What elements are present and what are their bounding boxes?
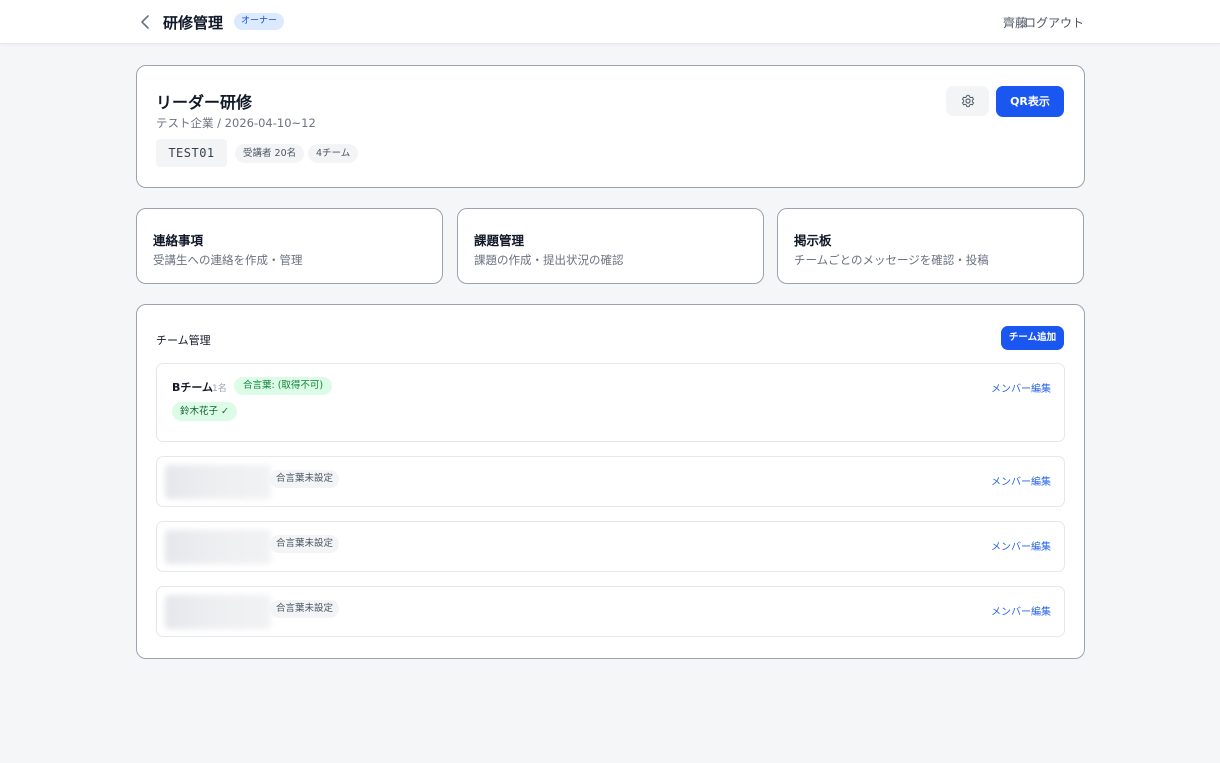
course-code: TEST01	[156, 139, 227, 167]
page-title: 研修管理	[163, 14, 224, 32]
passphrase-badge: 合言葉: (取得不可)	[234, 377, 333, 395]
feature-title: 課題管理	[474, 233, 525, 248]
edit-members-link[interactable]: メンバー編集	[991, 380, 1051, 395]
member-chip: 鈴木花子 ✓	[172, 402, 237, 421]
feature-title: 連絡事項	[153, 233, 204, 248]
edit-members-link[interactable]: メンバー編集	[991, 473, 1051, 488]
logout-link[interactable]: ログアウト	[1024, 14, 1084, 31]
team-management-card: チーム管理 チーム追加 Bチーム 1名 合言葉: (取得不可) 鈴木花子 ✓ メ…	[136, 304, 1085, 659]
edit-members-link[interactable]: メンバー編集	[991, 538, 1051, 553]
course-meta: テスト企業 / 2026-04-10~12	[156, 116, 316, 130]
add-team-button[interactable]: チーム追加	[1001, 326, 1064, 350]
gear-icon	[961, 94, 974, 108]
settings-button[interactable]	[946, 86, 989, 116]
redacted-team-name	[165, 465, 271, 499]
passphrase-badge: 合言葉未設定	[270, 535, 340, 553]
feature-description: 受講生への連絡を作成・管理	[153, 253, 303, 267]
team-row: 合言葉未設定 メンバー編集	[156, 456, 1065, 507]
role-badge: オーナー	[234, 13, 285, 30]
participants-badge: 受講者 20名	[235, 144, 305, 163]
course-name: リーダー研修	[156, 93, 253, 112]
team-name: Bチーム	[172, 381, 214, 394]
top-bar: 研修管理 オーナー 齊藤 ログアウト	[0, 0, 1220, 44]
team-row: Bチーム 1名 合言葉: (取得不可) 鈴木花子 ✓ メンバー編集	[156, 363, 1065, 442]
feature-title: 掲示板	[794, 233, 832, 248]
feature-description: 課題の作成・提出状況の確認	[474, 253, 624, 267]
edit-members-link[interactable]: メンバー編集	[991, 603, 1051, 618]
course-card: リーダー研修 テスト企業 / 2026-04-10~12 TEST01 受講者 …	[136, 65, 1085, 188]
redacted-team-name	[165, 595, 271, 629]
feature-card-announcements[interactable]: 連絡事項 受講生への連絡を作成・管理	[136, 208, 443, 284]
teams-count-badge: 4チーム	[308, 144, 359, 163]
qr-display-button[interactable]: QR表示	[996, 86, 1064, 117]
passphrase-badge: 合言葉未設定	[270, 470, 340, 488]
redacted-team-name	[165, 530, 271, 564]
section-heading: チーム管理	[156, 334, 211, 347]
feature-card-board[interactable]: 掲示板 チームごとのメッセージを確認・投稿	[777, 208, 1084, 284]
team-member-count: 1名	[212, 384, 227, 394]
passphrase-badge: 合言葉未設定	[270, 600, 340, 618]
team-row: 合言葉未設定 メンバー編集	[156, 586, 1065, 637]
back-button[interactable]	[136, 11, 154, 33]
feature-card-assignments[interactable]: 課題管理 課題の作成・提出状況の確認	[457, 208, 764, 284]
team-row: 合言葉未設定 メンバー編集	[156, 521, 1065, 572]
feature-description: チームごとのメッセージを確認・投稿	[794, 253, 989, 267]
chevron-left-icon	[141, 15, 149, 29]
